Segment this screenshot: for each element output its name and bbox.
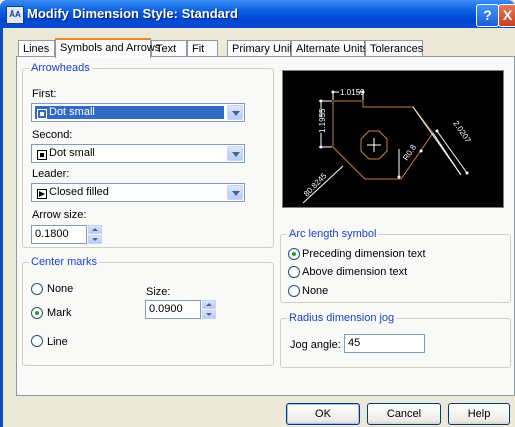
arc-above-label[interactable]: Above dimension text	[302, 266, 407, 278]
arrowheads-legend: Arrowheads	[29, 62, 92, 74]
chevron-down-icon[interactable]	[227, 105, 243, 120]
center-line-radio[interactable]	[31, 335, 43, 347]
closed-filled-icon	[37, 189, 47, 199]
title-bar[interactable]: ĀA Modify Dimension Style: Standard ? X	[0, 0, 515, 28]
center-none-radio[interactable]	[31, 283, 43, 295]
preview-outline	[332, 100, 434, 180]
arc-preceding-label[interactable]: Preceding dimension text	[302, 248, 426, 260]
dot-small-icon	[37, 150, 47, 160]
chevron-down-icon[interactable]	[227, 185, 243, 200]
dot-small-icon	[37, 109, 47, 119]
jog-angle-label: Jog angle:	[290, 339, 341, 351]
arc-preceding-radio[interactable]	[288, 248, 300, 260]
center-none-label[interactable]: None	[47, 283, 73, 295]
center-marks-legend: Center marks	[29, 256, 100, 268]
window-title: Modify Dimension Style: Standard	[27, 6, 238, 21]
chevron-down-icon[interactable]	[227, 146, 243, 161]
tab-primary-units[interactable]: Primary Units	[227, 40, 298, 56]
leader-arrowhead-select[interactable]: Closed filled	[31, 183, 245, 202]
tab-tolerances[interactable]: Tolerances	[365, 40, 423, 56]
spin-down-icon[interactable]	[202, 310, 216, 319]
spin-down-icon[interactable]	[88, 235, 102, 244]
preview-dim-right: 2.0207	[451, 119, 472, 145]
spin-up-icon[interactable]	[202, 300, 216, 309]
center-line-label[interactable]: Line	[47, 336, 68, 348]
spin-up-icon[interactable]	[88, 225, 102, 234]
preview-dim-top: 1.0159	[340, 88, 365, 97]
tab-lines[interactable]: Lines	[18, 40, 55, 56]
arrow-size-input[interactable]: 0.1800	[31, 225, 87, 244]
center-size-label: Size:	[146, 286, 171, 298]
tab-fit[interactable]: Fit	[187, 40, 218, 56]
tab-alternate-units[interactable]: Alternate Units	[291, 40, 368, 56]
leader-label: Leader:	[32, 168, 70, 180]
arc-above-radio[interactable]	[288, 266, 300, 278]
cancel-button[interactable]: Cancel	[367, 403, 441, 425]
center-mark-label[interactable]: Mark	[47, 307, 71, 319]
arrow-size-spinner[interactable]	[88, 225, 102, 244]
second-arrowhead-select[interactable]: Dot small	[31, 144, 245, 163]
arc-length-legend: Arc length symbol	[287, 228, 379, 240]
jog-angle-input[interactable]: 45	[344, 334, 425, 353]
center-size-input[interactable]: 0.0900	[145, 300, 201, 319]
preview-dim-left: 1.1955	[318, 108, 327, 133]
center-size-spinner[interactable]	[202, 300, 216, 319]
arc-none-radio[interactable]	[288, 285, 300, 297]
tab-symbols-and-arrows[interactable]: Symbols and Arrows	[55, 38, 160, 58]
dimension-preview: 1.0159 1.1955 2.0207 80.8245 R0.8	[282, 70, 504, 208]
radius-jog-legend: Radius dimension jog	[287, 312, 397, 324]
help-button[interactable]: Help	[448, 403, 510, 425]
second-arrowhead-value: Dot small	[35, 147, 95, 160]
preview-dim-radius: R0.8	[401, 143, 418, 162]
first-label: First:	[32, 88, 57, 100]
help-title-button[interactable]: ?	[476, 4, 499, 27]
arc-none-label[interactable]: None	[302, 285, 328, 297]
leader-arrowhead-value: Closed filled	[35, 186, 109, 199]
ok-button[interactable]: OK	[286, 403, 360, 425]
close-button[interactable]: X	[498, 4, 515, 27]
arrow-size-label: Arrow size:	[32, 209, 87, 221]
preview-dim-diag: 80.8245	[302, 171, 329, 198]
first-arrowhead-value: Dot small	[35, 106, 224, 119]
preview-drawing: 1.0159 1.1955 2.0207 80.8245 R0.8	[302, 88, 473, 204]
app-icon: ĀA	[6, 6, 24, 24]
second-label: Second:	[32, 129, 73, 141]
first-arrowhead-select[interactable]: Dot small	[31, 103, 245, 122]
center-mark-radio[interactable]	[31, 307, 43, 319]
